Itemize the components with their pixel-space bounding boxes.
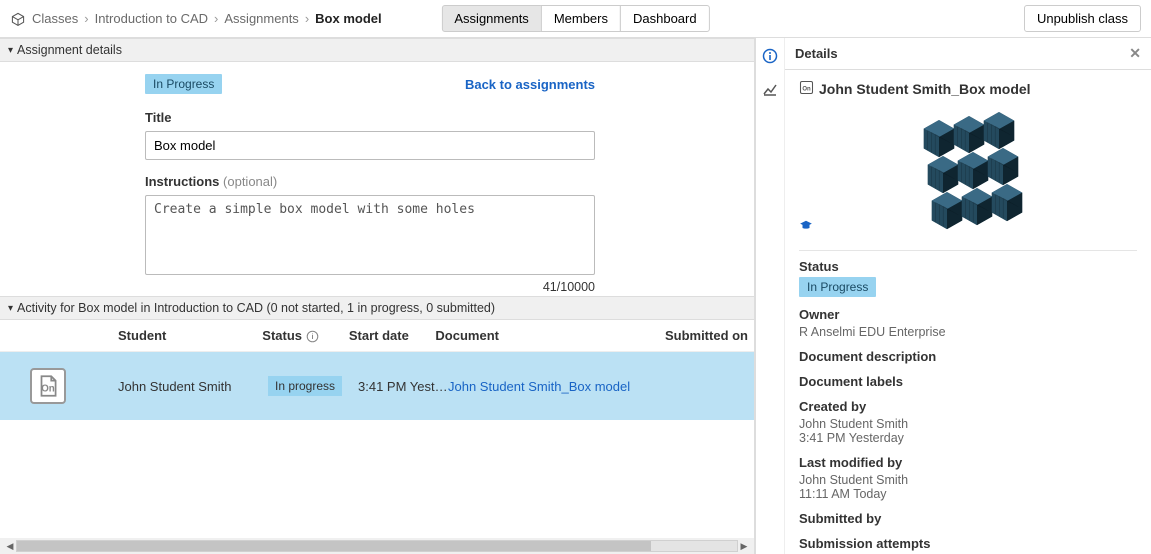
attempts-label: Submission attempts [799, 536, 1137, 551]
breadcrumb-current: Box model [315, 11, 381, 26]
char-count: 41/10000 [145, 280, 595, 294]
document-thumbnail [799, 104, 1137, 240]
created-by-value: John Student Smith [799, 417, 1137, 431]
status-badge: In Progress [799, 277, 876, 297]
section-title: Assignment details [17, 43, 122, 57]
chevron-down-icon: ▾ [8, 303, 13, 314]
doc-labels-label: Document labels [799, 374, 1137, 389]
horizontal-scrollbar[interactable]: ◀ ▶ [0, 538, 754, 554]
close-icon[interactable]: ✕ [1129, 45, 1141, 62]
nav-tabs: Assignments Members Dashboard [441, 5, 709, 32]
classes-icon [10, 11, 26, 27]
status-label: Status [799, 259, 1137, 274]
activity-header[interactable]: ▾ Activity for Box model in Introduction… [0, 296, 754, 320]
activity-table: Student Status i Start date Document Sub… [0, 320, 754, 554]
doc-description-label: Document description [799, 349, 1137, 364]
breadcrumb: Classes › Introduction to CAD › Assignme… [10, 11, 382, 27]
document-link[interactable]: John Student Smith_Box model [448, 379, 630, 394]
owner-label: Owner [799, 307, 1137, 322]
tab-assignments[interactable]: Assignments [441, 5, 541, 32]
col-header-start-date[interactable]: Start date [349, 328, 436, 343]
assignment-status-badge: In Progress [145, 74, 222, 94]
info-tab-icon[interactable] [762, 48, 778, 67]
chevron-right-icon: › [305, 11, 309, 26]
modified-at-value: 11:11 AM Today [799, 487, 1137, 501]
chevron-right-icon: › [84, 11, 88, 26]
chevron-right-icon: › [214, 11, 218, 26]
table-header: Student Status i Start date Document Sub… [0, 320, 754, 352]
svg-text:On: On [802, 87, 811, 93]
panel-title: Details [795, 46, 838, 61]
tab-dashboard[interactable]: Dashboard [620, 5, 710, 32]
col-header-submitted[interactable]: Submitted on [657, 328, 748, 343]
document-icon: On [30, 368, 66, 404]
title-input[interactable] [145, 131, 595, 160]
breadcrumb-assignments[interactable]: Assignments [224, 11, 298, 26]
cell-document: John Student Smith_Box model [448, 379, 678, 394]
top-bar: Classes › Introduction to CAD › Assignme… [0, 0, 1151, 38]
details-panel: Details ✕ On John Student Smith_Box mode… [785, 38, 1151, 554]
scroll-left-icon[interactable]: ◀ [4, 541, 16, 552]
title-label: Title [145, 110, 740, 125]
submitted-by-label: Submitted by [799, 511, 1137, 526]
svg-text:i: i [312, 332, 314, 341]
instructions-label: Instructions (optional) [145, 174, 740, 189]
scroll-right-icon[interactable]: ▶ [738, 541, 750, 552]
assignment-details-body: In Progress Back to assignments Title In… [0, 62, 754, 296]
col-header-status[interactable]: Status i [262, 328, 349, 343]
created-at-value: 3:41 PM Yesterday [799, 431, 1137, 445]
status-badge: In progress [268, 376, 342, 396]
onshape-doc-icon: On [799, 80, 814, 98]
modified-by-value: John Student Smith [799, 473, 1137, 487]
cell-status: In progress [268, 376, 358, 396]
owner-value: R Anselmi EDU Enterprise [799, 325, 1137, 339]
cell-start-date: 3:41 PM Yeste... [358, 379, 448, 394]
instructions-textarea[interactable] [145, 195, 595, 275]
back-to-assignments-link[interactable]: Back to assignments [465, 77, 595, 92]
section-title: Activity for Box model in Introduction t… [17, 301, 495, 315]
breadcrumb-class[interactable]: Introduction to CAD [95, 11, 208, 26]
svg-text:On: On [41, 383, 55, 394]
cell-student: John Student Smith [118, 379, 268, 394]
panel-doc-title: On John Student Smith_Box model [799, 80, 1137, 98]
unpublish-button[interactable]: Unpublish class [1024, 5, 1141, 32]
right-tab-strip [755, 38, 785, 554]
education-icon [799, 219, 813, 236]
info-icon[interactable]: i [306, 328, 319, 343]
modified-by-label: Last modified by [799, 455, 1137, 470]
table-row[interactable]: On John Student Smith In progress 3:41 P… [0, 352, 754, 420]
tab-members[interactable]: Members [541, 5, 621, 32]
assignment-details-header[interactable]: ▾ Assignment details [0, 38, 754, 62]
col-header-document[interactable]: Document [435, 328, 656, 343]
chevron-down-icon: ▾ [8, 45, 13, 56]
stats-tab-icon[interactable] [762, 81, 778, 100]
breadcrumb-classes[interactable]: Classes [32, 11, 78, 26]
created-by-label: Created by [799, 399, 1137, 414]
col-header-student[interactable]: Student [118, 328, 262, 343]
